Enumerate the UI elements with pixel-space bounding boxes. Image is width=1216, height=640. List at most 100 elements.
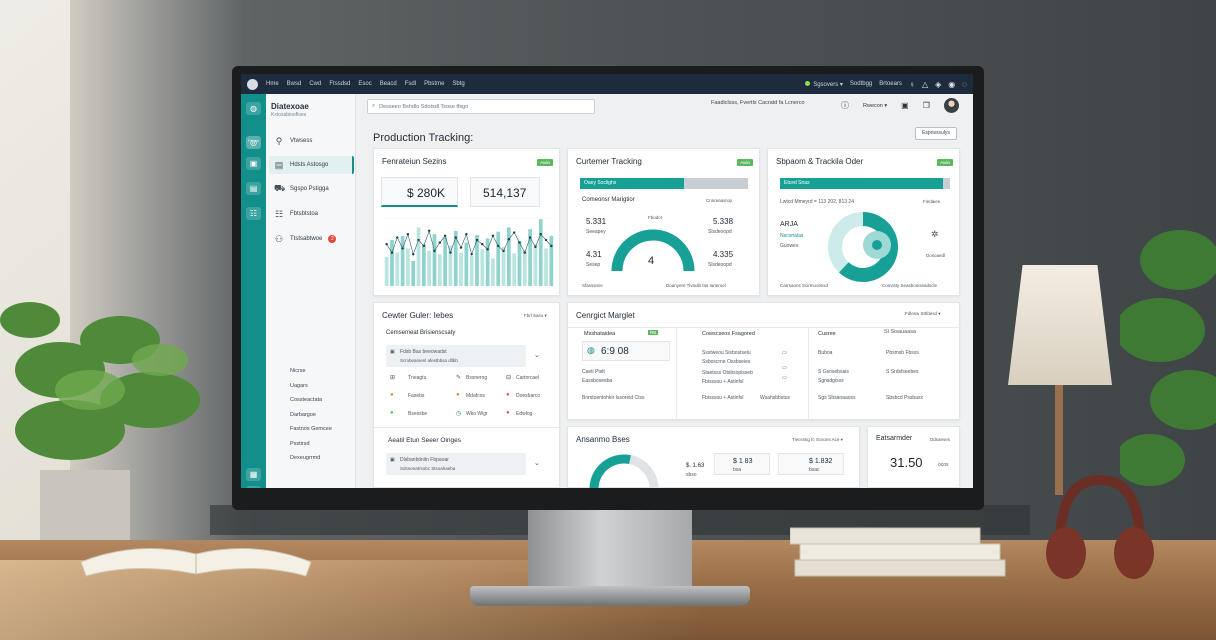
metric-left-top: 5.331 bbox=[586, 217, 607, 226]
top-menu-item[interactable]: Bwsd bbox=[287, 81, 302, 87]
orders-grid-item[interactable]: Fasebs bbox=[408, 393, 424, 399]
sidebar-item-label: Ttstsabtwoe bbox=[290, 236, 323, 242]
top-menu-item[interactable]: Ftssdsd bbox=[329, 81, 350, 87]
orders-right-menu[interactable]: Fbrl Saso ▾ bbox=[524, 313, 547, 319]
expand-icon[interactable]: ▭ bbox=[782, 350, 787, 356]
help-icon[interactable]: ◌ bbox=[962, 80, 967, 89]
status-dot-icon bbox=[805, 80, 811, 86]
top-link-1[interactable]: Sodtbgg bbox=[850, 81, 872, 87]
shield-icon[interactable]: ◈ bbox=[935, 80, 941, 89]
alert-triangle-icon[interactable]: △ bbox=[922, 80, 928, 89]
sub-item[interactable]: Fastnos Gemcee bbox=[290, 422, 332, 437]
rail-home-icon[interactable]: ◍ bbox=[246, 102, 261, 115]
status-indicator[interactable]: Sgsovers ▾ bbox=[805, 80, 843, 88]
insights-col3-row: S Gsosebsais bbox=[818, 369, 849, 375]
orders-grid-item[interactable]: Tneagtu bbox=[408, 375, 426, 381]
leaf-icon: ● bbox=[390, 410, 394, 416]
sidebar-item-shipping[interactable]: ⛟ Sgspo Pstigga bbox=[269, 180, 354, 198]
brand-subtitle: Kxtosabioefloes bbox=[271, 112, 307, 118]
info-icon[interactable]: ⓘ bbox=[841, 100, 849, 111]
sub-item[interactable]: Dexeugrrmd bbox=[290, 451, 332, 466]
calendar-icon[interactable]: ▣ bbox=[901, 101, 909, 110]
avatar[interactable] bbox=[943, 98, 959, 113]
chevron-down-icon[interactable]: ⌄ bbox=[534, 351, 540, 359]
edit-icon: ✎ bbox=[456, 375, 462, 381]
cart-icon: ⊟ bbox=[506, 375, 512, 381]
asterisk-icon[interactable]: ✲ bbox=[931, 229, 939, 240]
rail-orders-icon[interactable]: ▣ bbox=[246, 157, 261, 170]
expand-icon[interactable]: ▭ bbox=[782, 375, 787, 381]
insights-col4-row: Sbsbcd Pssbasx bbox=[886, 395, 923, 401]
rail-people-icon[interactable]: ☷ bbox=[246, 207, 261, 220]
bar bbox=[480, 249, 485, 286]
lightbulb-icon[interactable]: ♀ bbox=[909, 80, 915, 89]
bar bbox=[411, 260, 416, 286]
sidebar-item-overview[interactable]: ⚲ Vtwsess bbox=[269, 132, 354, 150]
rail-dashboard-icon[interactable]: ◎ bbox=[246, 136, 261, 149]
archive-icon: ● bbox=[456, 392, 460, 398]
headphones bbox=[1046, 474, 1154, 579]
sub-item[interactable]: Psstirsd bbox=[290, 437, 332, 452]
sub-item[interactable]: Darbargoe bbox=[290, 408, 332, 423]
kpi-units: 514,137 bbox=[470, 177, 540, 207]
insights-col3-row: Sgs Sbsaoaaoss bbox=[818, 395, 856, 401]
plant-left bbox=[0, 302, 200, 550]
orders-grid-item[interactable]: Doesbarco bbox=[516, 393, 540, 399]
expand-icon[interactable]: ▭ bbox=[782, 365, 787, 371]
sidebar-item-orders[interactable]: ▤ Hdsts Astosgo bbox=[269, 156, 354, 174]
card-flag: Awio bbox=[537, 159, 553, 166]
insights-right-menu[interactable]: Fdlesw Sttfdesd ▾ bbox=[905, 311, 941, 317]
insights-col4-row: Pbsmsb Fbsxs bbox=[886, 350, 919, 356]
orders-grid-item[interactable]: Bssnerog bbox=[466, 375, 487, 381]
gauge-fill bbox=[589, 454, 631, 488]
anomaly-box-2: $ 1 83 bsa bbox=[714, 453, 770, 475]
header-menu[interactable]: Rwecon ▾ bbox=[863, 103, 887, 109]
search-input[interactable]: ⌕ Desseeo Bshdlo Sdotsdl Tsose tfsgo bbox=[367, 99, 595, 114]
orders-grid-item[interactable]: Bsessbe bbox=[408, 411, 427, 417]
top-menu-item[interactable]: Pbstme bbox=[424, 81, 444, 87]
insights-col2-title: Cowscseos Fsagored bbox=[702, 331, 755, 337]
orders-grid-item[interactable]: Edwlog bbox=[516, 411, 532, 417]
top-menu-item[interactable]: Esoc bbox=[358, 81, 371, 87]
insights-right-label: Fdlesw Sttfdesd bbox=[905, 311, 938, 316]
top-menu-item[interactable]: Sbtg bbox=[452, 81, 464, 87]
metric-right-bottom-label: Slsdeoopd bbox=[708, 262, 732, 268]
sub-item[interactable]: Uagars bbox=[290, 379, 332, 394]
rail-grid-icon[interactable]: ▦ bbox=[246, 468, 261, 481]
card-title: Fenrateiun Sezins bbox=[382, 157, 447, 166]
anomaly-right-menu[interactable]: Tiecsntig fc Scsons Ace ▾ bbox=[792, 437, 843, 443]
metric-right-bottom: 4.335 bbox=[713, 250, 734, 259]
export-button[interactable]: Espnsssulys bbox=[915, 127, 957, 140]
orders-grid-item[interactable]: Cartnrcael bbox=[516, 375, 539, 381]
gauge-value: 4 bbox=[648, 255, 655, 267]
copy-icon[interactable]: ❐ bbox=[923, 101, 930, 110]
tag-icon: ⊞ bbox=[390, 375, 396, 381]
orders-right-label: Fbrl Saso bbox=[524, 313, 544, 318]
top-menu-item[interactable]: Fsdl bbox=[405, 81, 416, 87]
chevron-down-icon[interactable]: ⌄ bbox=[534, 459, 540, 467]
anomaly-value-2-label: bsa bbox=[733, 467, 742, 473]
sidebar-item-users[interactable]: ⚇ Ttstsabtwoe 2 bbox=[269, 230, 354, 248]
sidebar-item-teams[interactable]: ☷ Fbtsbtstoa bbox=[269, 205, 354, 223]
orders-grid-item[interactable]: Mdafcos bbox=[466, 393, 485, 399]
sub-item[interactable]: Cossteactata bbox=[290, 393, 332, 408]
sub-item[interactable]: Nicrse bbox=[290, 364, 332, 379]
card-title: Sbpaom & Trackila Oder bbox=[776, 157, 864, 166]
rail-shipping-icon[interactable]: ▤ bbox=[246, 182, 261, 195]
section-label: Comeonsr Marigtior bbox=[582, 197, 635, 203]
rail-settings-icon[interactable]: ▥ bbox=[246, 486, 261, 488]
insights-col2-row: Fbisssou + Astinfsl bbox=[702, 379, 744, 385]
anomaly-value-1-label: sbso bbox=[686, 472, 697, 478]
app-logo-icon[interactable] bbox=[247, 78, 258, 90]
top-menu-item[interactable]: Cwd bbox=[309, 81, 321, 87]
orders-grid-item[interactable]: Wko Wigr bbox=[466, 411, 488, 417]
chat-icon[interactable]: ◉ bbox=[948, 80, 955, 89]
bar bbox=[533, 244, 538, 286]
top-menu-item[interactable]: Beacd bbox=[380, 81, 397, 87]
metric-left-top-label: Seeapey bbox=[586, 229, 606, 235]
top-link-2[interactable]: Brtoears bbox=[879, 81, 902, 87]
notification-badge: 2 bbox=[328, 235, 337, 243]
top-menu-item[interactable]: Hme bbox=[266, 81, 279, 87]
book-stack bbox=[790, 527, 1006, 577]
top-navigation-bar: Hme Bwsd Cwd Ftssdsd Esoc Beacd Fsdl Pbstme Sbtg… bbox=[241, 74, 973, 94]
